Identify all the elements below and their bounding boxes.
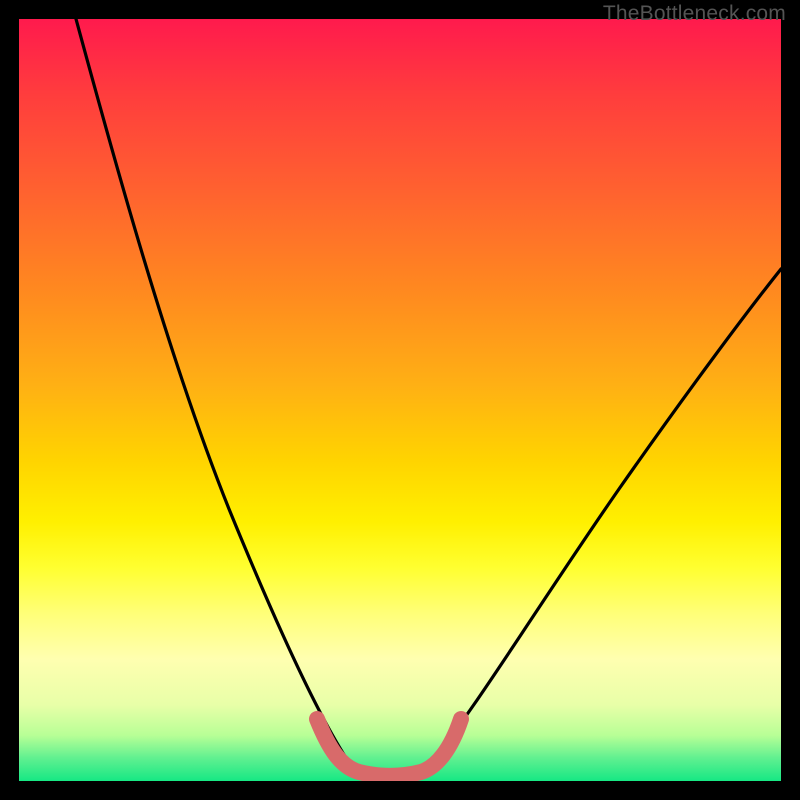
left-curve [76,19,352,767]
right-curve [427,269,781,767]
highlight-u [317,719,461,776]
curve-overlay [19,19,781,781]
chart-stage: TheBottleneck.com [0,0,800,800]
attribution-text: TheBottleneck.com [603,2,786,26]
